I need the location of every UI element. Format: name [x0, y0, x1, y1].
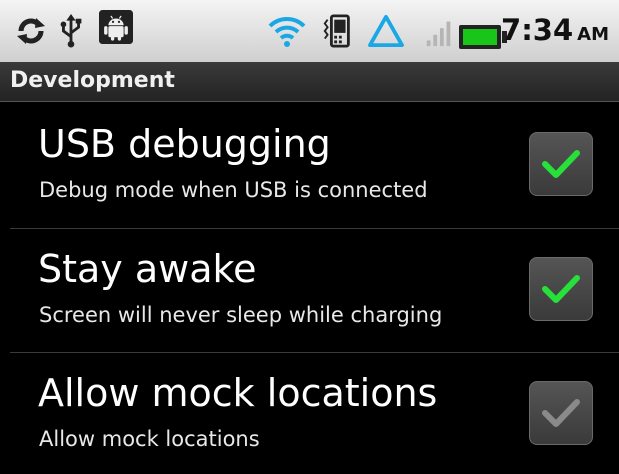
- checkmark-icon: [542, 150, 580, 178]
- section-header: Development: [0, 62, 619, 102]
- signal-icon: [426, 21, 451, 47]
- pref-label: Stay awake: [38, 247, 257, 291]
- clock-am-pm: AM: [577, 24, 609, 45]
- status-clock: 7:34 AM: [501, 13, 609, 47]
- stay-awake-checkbox[interactable]: [529, 257, 593, 321]
- usb-debugging-checkbox[interactable]: [529, 132, 593, 196]
- wifi-icon: [268, 16, 306, 47]
- status-bar: 7:34 AM: [0, 0, 619, 62]
- checkmark-icon: [542, 275, 580, 303]
- allow-mock-locations-checkbox[interactable]: [529, 381, 593, 445]
- pref-summary: Allow mock locations: [39, 427, 260, 451]
- data-triangle-icon: [368, 14, 404, 48]
- pref-allow-mock-locations[interactable]: Allow mock locations Allow mock location…: [10, 353, 619, 474]
- screen: 7:34 AM Development USB debugging Debug m…: [0, 0, 619, 474]
- section-title: Development: [10, 68, 175, 93]
- checkmark-icon: [542, 399, 580, 427]
- vibrate-icon: [323, 14, 350, 48]
- pref-summary: Debug mode when USB is connected: [39, 178, 428, 202]
- pref-stay-awake[interactable]: Stay awake Screen will never sleep while…: [10, 229, 619, 353]
- pref-label: USB debugging: [38, 122, 331, 166]
- clock-time: 7:34: [501, 13, 574, 47]
- pref-label: Allow mock locations: [38, 371, 438, 415]
- android-debug-icon: [99, 10, 133, 44]
- sync-icon: [17, 18, 45, 44]
- pref-summary: Screen will never sleep while charging: [39, 303, 443, 327]
- usb-icon: [60, 14, 82, 48]
- pref-usb-debugging[interactable]: USB debugging Debug mode when USB is con…: [10, 104, 619, 228]
